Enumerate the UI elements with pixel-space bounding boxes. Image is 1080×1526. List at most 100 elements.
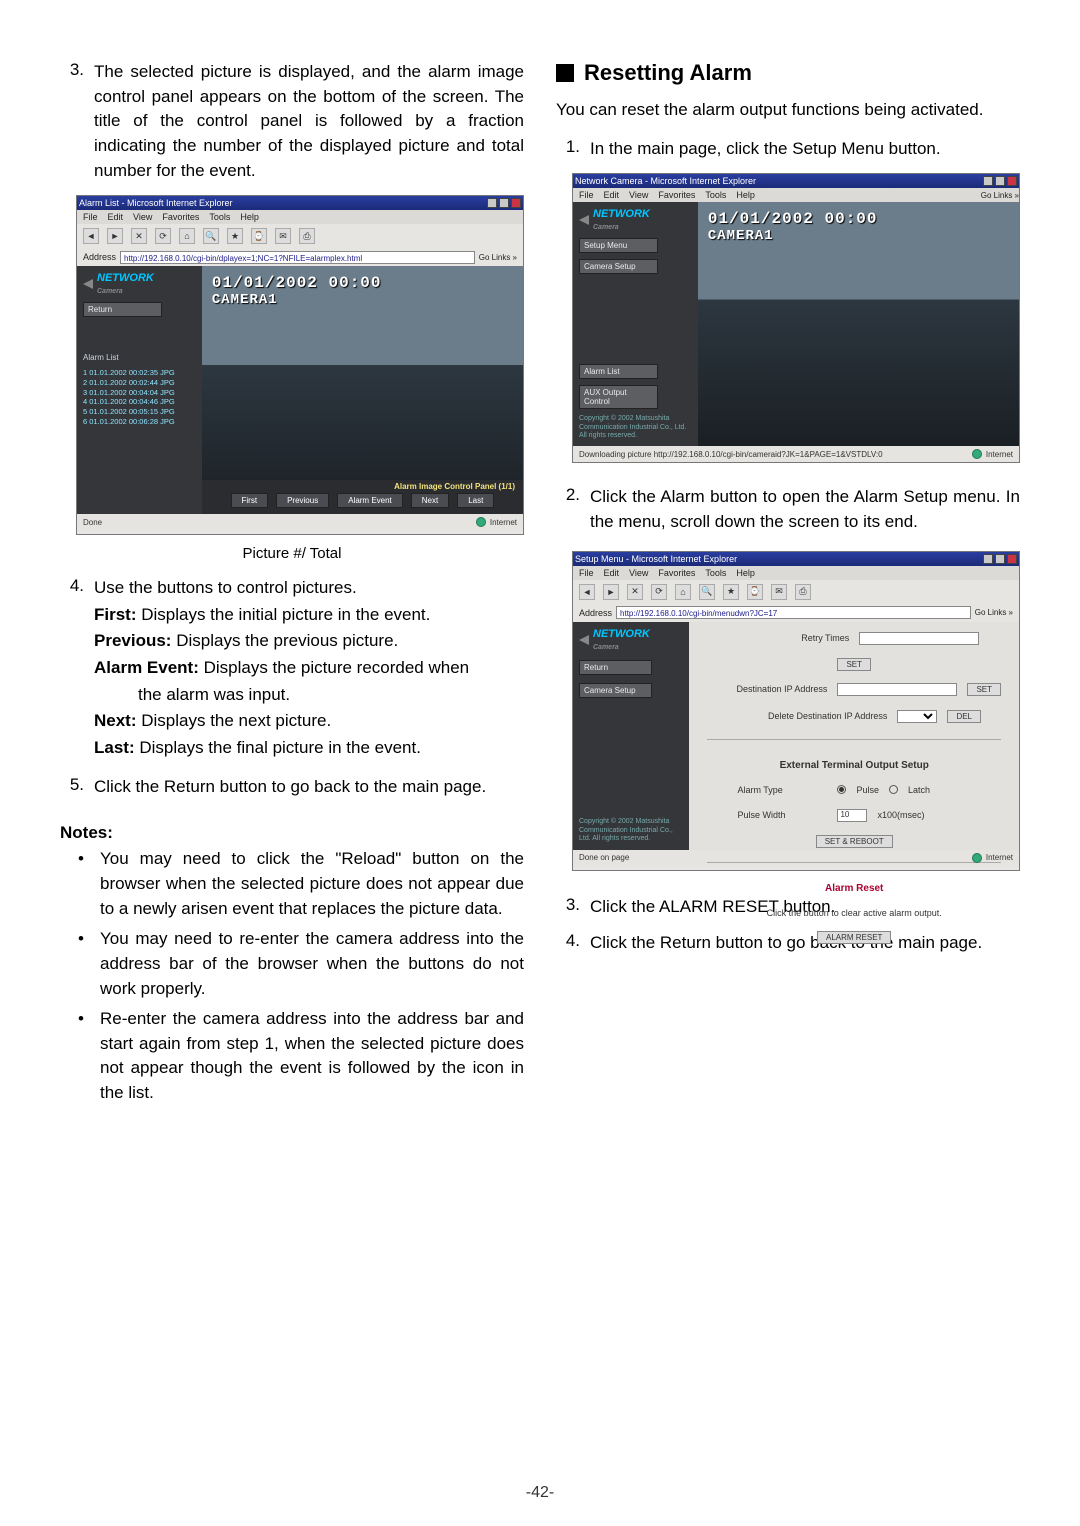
address-input[interactable]: http://192.168.0.10/cgi-bin/menudwn?JC=1… — [616, 606, 971, 619]
return-button[interactable]: Return — [83, 302, 162, 317]
favorites-icon[interactable]: ★ — [227, 228, 243, 244]
bullet-icon: • — [78, 1007, 90, 1106]
square-bullet-icon — [556, 64, 574, 82]
history-icon[interactable]: ⌚ — [251, 228, 267, 244]
print-icon[interactable]: ⎙ — [795, 584, 811, 600]
minimize-icon[interactable] — [983, 554, 993, 564]
menu-file[interactable]: File — [579, 190, 594, 200]
refresh-icon[interactable]: ⟳ — [155, 228, 171, 244]
refresh-icon[interactable]: ⟳ — [651, 584, 667, 600]
previous-button[interactable]: Previous — [276, 493, 329, 508]
aux-output-button[interactable]: AUX Output Control — [579, 385, 658, 409]
set-button-2[interactable]: SET — [967, 683, 1001, 696]
setup-menu-button[interactable]: Setup Menu — [579, 238, 658, 253]
mail-icon[interactable]: ✉ — [275, 228, 291, 244]
del-button[interactable]: DEL — [947, 710, 981, 723]
addr-right[interactable]: Go Links » — [981, 191, 1019, 200]
menu-view[interactable]: View — [629, 190, 648, 200]
forward-icon[interactable]: ► — [603, 584, 619, 600]
back-icon[interactable]: ◄ — [579, 584, 595, 600]
window-title: Setup Menu - Microsoft Internet Explorer — [575, 554, 737, 564]
back-icon[interactable]: ◄ — [83, 228, 99, 244]
maximize-icon[interactable] — [499, 198, 509, 208]
menu-help[interactable]: Help — [240, 212, 259, 222]
maximize-icon[interactable] — [995, 176, 1005, 186]
address-right[interactable]: Go Links » — [479, 253, 517, 262]
alarm-list-item[interactable]: 3 01.01.2002 00:04:04 JPG — [83, 388, 196, 398]
screenshot-setup-menu: Setup Menu - Microsoft Internet Explorer… — [572, 551, 1020, 871]
address-right[interactable]: Go Links » — [975, 608, 1013, 617]
pulse-width-input[interactable]: 10 — [837, 809, 867, 822]
dest-ip-input[interactable] — [837, 683, 957, 696]
menu-favorites[interactable]: Favorites — [658, 190, 695, 200]
home-icon[interactable]: ⌂ — [179, 228, 195, 244]
retry-times-input[interactable] — [859, 632, 979, 645]
search-icon[interactable]: 🔍 — [699, 584, 715, 600]
menu-tools[interactable]: Tools — [705, 568, 726, 578]
address-input[interactable]: http://192.168.0.10/cgi-bin/dplayex=1;NC… — [120, 251, 475, 264]
menu-edit[interactable]: Edit — [108, 212, 124, 222]
close-icon[interactable] — [1007, 554, 1017, 564]
menu-tools[interactable]: Tools — [209, 212, 230, 222]
alarm-list-item[interactable]: 4 01.01.2002 00:04:46 JPG — [83, 397, 196, 407]
logo-network-camera: NETWORK Camera — [579, 628, 683, 652]
radio-latch[interactable] — [889, 785, 898, 794]
menu-file[interactable]: File — [83, 212, 98, 222]
return-button[interactable]: Return — [579, 660, 652, 675]
set-button[interactable]: SET — [837, 658, 871, 671]
menu-edit[interactable]: Edit — [604, 190, 620, 200]
favorites-icon[interactable]: ★ — [723, 584, 739, 600]
alarm-list-item[interactable]: 6 01.01.2002 00:06:28 JPG — [83, 417, 196, 427]
alarm-type-label: Alarm Type — [737, 785, 827, 795]
menu-help[interactable]: Help — [736, 190, 755, 200]
menu-help[interactable]: Help — [736, 568, 755, 578]
forward-icon[interactable]: ► — [107, 228, 123, 244]
history-icon[interactable]: ⌚ — [747, 584, 763, 600]
menu-edit[interactable]: Edit — [604, 568, 620, 578]
text-previous: Displays the previous picture. — [171, 631, 398, 650]
menu-view[interactable]: View — [629, 568, 648, 578]
set-reboot-button[interactable]: SET & REBOOT — [816, 835, 893, 848]
alarm-list-item[interactable]: 5 01.01.2002 00:05:15 JPG — [83, 407, 196, 417]
print-icon[interactable]: ⎙ — [299, 228, 315, 244]
menu-view[interactable]: View — [133, 212, 152, 222]
window-title: Alarm List - Microsoft Internet Explorer — [79, 198, 233, 208]
first-button[interactable]: First — [231, 493, 269, 508]
minimize-icon[interactable] — [983, 176, 993, 186]
maximize-icon[interactable] — [995, 554, 1005, 564]
radio-pulse[interactable] — [837, 785, 846, 794]
alarm-list-button[interactable]: Alarm List — [579, 364, 658, 379]
step3-text: The selected picture is displayed, and t… — [94, 60, 524, 183]
chevron-left-icon — [579, 635, 589, 645]
stop-icon[interactable]: ✕ — [131, 228, 147, 244]
next-button[interactable]: Next — [411, 493, 449, 508]
delete-dest-select[interactable] — [897, 710, 937, 723]
menu-tools[interactable]: Tools — [705, 190, 726, 200]
stop-icon[interactable]: ✕ — [627, 584, 643, 600]
text-alarm-event: Displays the picture recorded when — [199, 658, 469, 677]
pulse-width-unit: x100(msec) — [877, 810, 924, 820]
close-icon[interactable] — [1007, 176, 1017, 186]
camera-setup-button[interactable]: Camera Setup — [579, 683, 652, 698]
last-button[interactable]: Last — [457, 493, 494, 508]
search-icon[interactable]: 🔍 — [203, 228, 219, 244]
alarm-reset-button[interactable]: ALARM RESET — [817, 931, 891, 944]
chevron-left-icon — [83, 279, 93, 289]
logo-top: NETWORK — [593, 208, 650, 220]
close-icon[interactable] — [511, 198, 521, 208]
menu-file[interactable]: File — [579, 568, 594, 578]
menu-favorites[interactable]: Favorites — [658, 568, 695, 578]
label-first: First: — [94, 605, 137, 624]
pulse-width-label: Pulse Width — [737, 810, 827, 820]
alarm-event-button[interactable]: Alarm Event — [337, 493, 403, 508]
home-icon[interactable]: ⌂ — [675, 584, 691, 600]
camera-setup-button[interactable]: Camera Setup — [579, 259, 658, 274]
menu-favorites[interactable]: Favorites — [162, 212, 199, 222]
mail-icon[interactable]: ✉ — [771, 584, 787, 600]
alarm-list-item[interactable]: 2 01.01.2002 00:02:44 JPG — [83, 378, 196, 388]
alarm-reset-desc: Click the button to clear active alarm o… — [707, 908, 1001, 918]
alarm-list-item[interactable]: 1 01.01.2002 00:02:35 JPG — [83, 368, 196, 378]
minimize-icon[interactable] — [487, 198, 497, 208]
list-number: 4. — [556, 931, 580, 956]
globe-icon — [972, 853, 982, 863]
